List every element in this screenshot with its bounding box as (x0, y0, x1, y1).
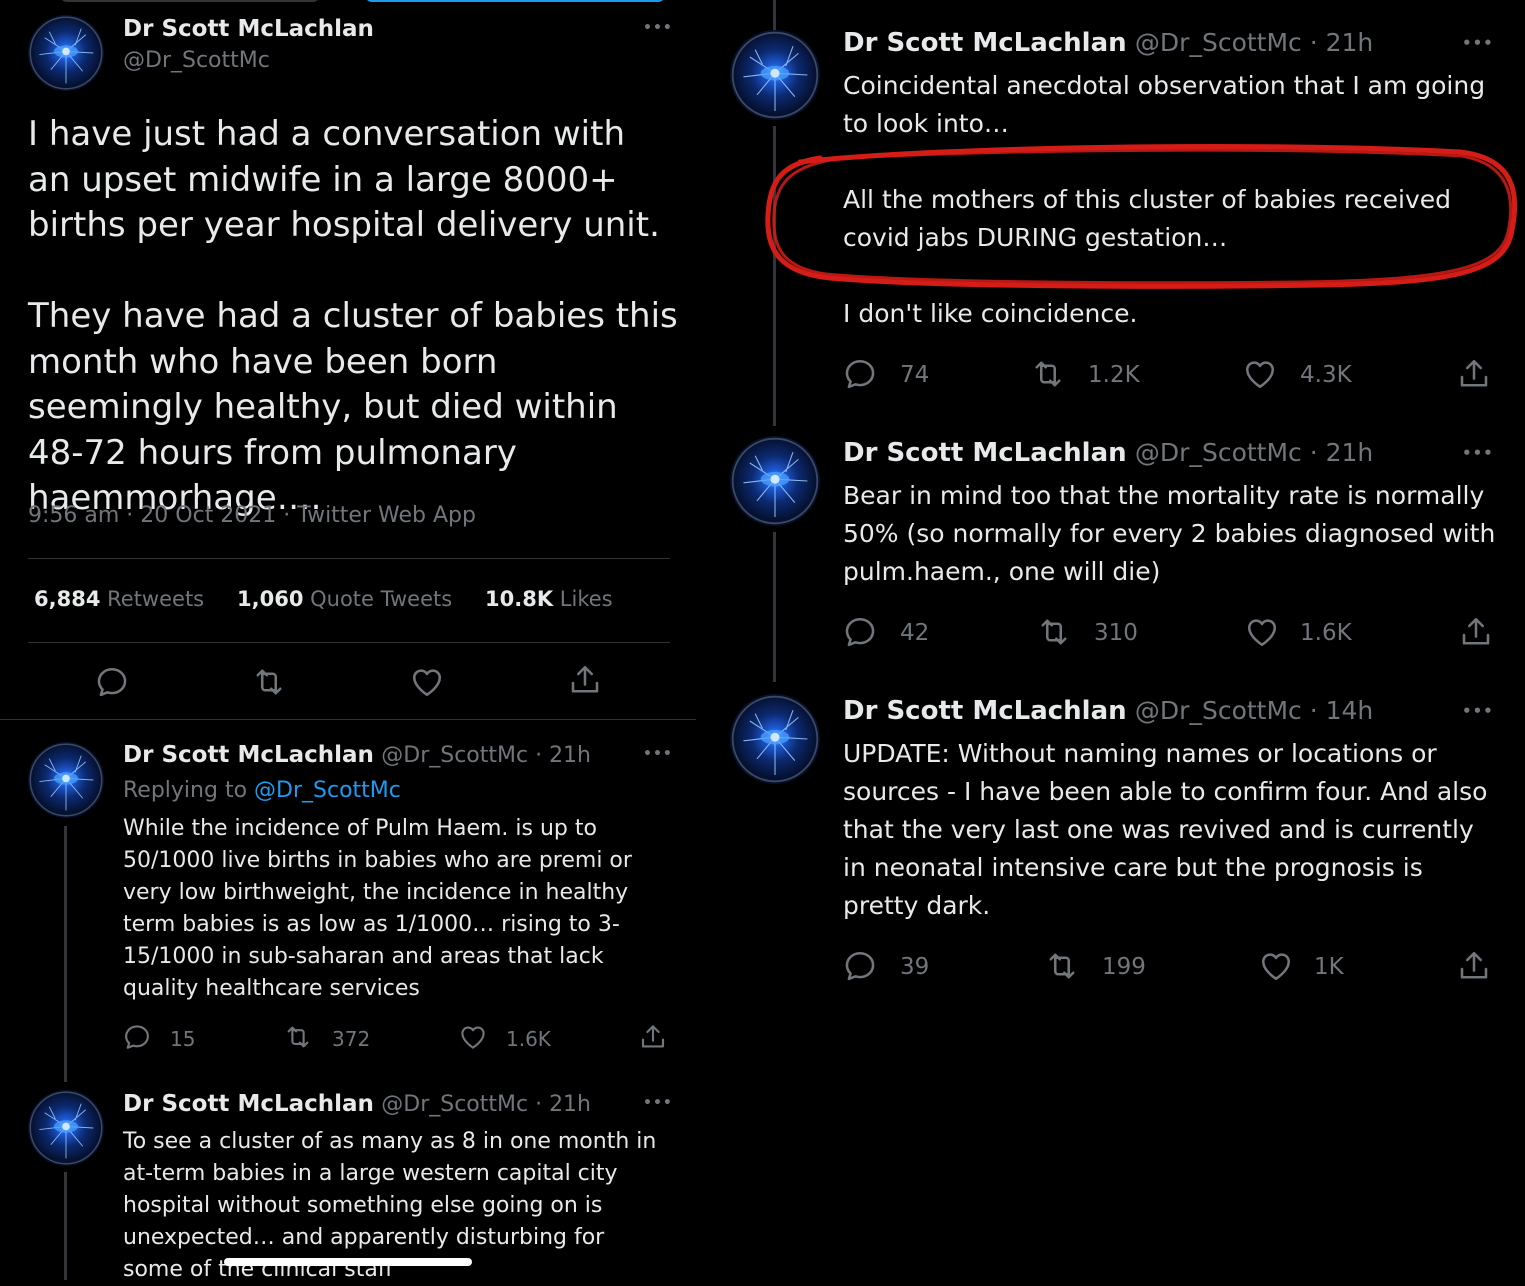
share-icon[interactable] (638, 1022, 668, 1052)
tweet-text-paragraph: They have had a cluster of babies this m… (28, 296, 678, 518)
retweet-icon[interactable] (1036, 614, 1072, 650)
retweet-count: 1.2K (1088, 362, 1140, 388)
author-handle[interactable]: @Dr_ScottMc (123, 48, 270, 73)
tweet-text-paragraph: I don't like coincidence. (843, 299, 1138, 328)
thread-line (64, 826, 67, 1082)
author-meta[interactable]: @Dr_ScottMc · 21h (381, 743, 591, 768)
share-icon[interactable] (1456, 948, 1492, 984)
replying-to-handle[interactable]: @Dr_ScottMc (254, 778, 401, 803)
top-button-left[interactable] (60, 0, 320, 2)
author-meta[interactable]: @Dr_ScottMc · 21h (1135, 28, 1373, 57)
thread-line (773, 0, 776, 32)
avatar[interactable] (730, 30, 820, 120)
retweets-label: Retweets (107, 587, 205, 611)
quote-tweets-stat[interactable]: 1,060 Quote Tweets (237, 587, 452, 611)
likes-count: 10.8K (485, 587, 554, 611)
author-meta[interactable]: @Dr_ScottMc · 14h (1135, 696, 1373, 725)
author-name[interactable]: Dr Scott McLachlan (123, 742, 374, 768)
retweet-count: 310 (1094, 620, 1138, 646)
author-name[interactable]: Dr Scott McLachlan (123, 16, 374, 42)
reply-count: 15 (170, 1027, 196, 1051)
likes-label: Likes (559, 587, 613, 611)
reply-icon[interactable] (94, 664, 130, 700)
more-options-icon[interactable]: ••• (1462, 702, 1494, 720)
author-name[interactable]: Dr Scott McLachlan (123, 1091, 374, 1117)
avatar-image-icon (28, 1090, 104, 1166)
author-name[interactable]: Dr Scott McLachlan (843, 28, 1127, 58)
avatar-image-icon (730, 436, 820, 526)
author-meta[interactable]: @Dr_ScottMc · 21h (381, 1092, 591, 1117)
home-indicator[interactable] (224, 1258, 472, 1266)
reply-icon[interactable] (122, 1022, 152, 1052)
avatar[interactable] (28, 742, 104, 818)
retweet-count: 199 (1102, 954, 1146, 980)
share-icon[interactable] (1458, 614, 1494, 650)
share-icon[interactable] (567, 662, 603, 698)
replying-to: Replying to @Dr_ScottMc (123, 778, 401, 803)
retweet-icon[interactable] (251, 664, 287, 700)
retweet-count: 372 (332, 1027, 371, 1051)
like-icon[interactable] (1242, 356, 1278, 392)
reply-count: 42 (900, 620, 930, 646)
like-icon[interactable] (409, 664, 445, 700)
author-name[interactable]: Dr Scott McLachlan (843, 696, 1127, 726)
retweets-stat[interactable]: 6,884 Retweets (34, 587, 204, 611)
tweet-text: UPDATE: Without naming names or location… (843, 739, 1488, 920)
retweet-icon[interactable] (1030, 356, 1066, 392)
avatar[interactable] (730, 694, 820, 784)
more-options-icon[interactable]: ••• (643, 746, 673, 762)
tweet-header: Dr Scott McLachlan @Dr_ScottMc · 21h (843, 28, 1373, 58)
share-icon[interactable] (1456, 356, 1492, 392)
reply-icon[interactable] (842, 614, 878, 650)
author-name[interactable]: Dr Scott McLachlan (843, 438, 1127, 468)
likes-stat[interactable]: 10.8K Likes (485, 587, 613, 611)
avatar[interactable] (28, 15, 104, 91)
like-icon[interactable] (1258, 948, 1294, 984)
like-count: 4.3K (1300, 362, 1352, 388)
tweet-header: Dr Scott McLachlan @Dr_ScottMc · 21h (843, 438, 1373, 468)
tweet-text-paragraph: I have just had a conversation with an u… (28, 114, 660, 245)
like-count: 1.6K (1300, 620, 1352, 646)
tweet-header: Dr Scott McLachlan @Dr_ScottMc · 21h (123, 1091, 591, 1117)
tweet-timestamp[interactable]: 9:56 am · 20 Oct 2021 · Twitter Web App (28, 503, 476, 528)
replying-to-prefix: Replying to (123, 778, 248, 803)
more-options-icon[interactable]: ••• (643, 1095, 673, 1111)
divider (28, 642, 670, 643)
tweet-text: Bear in mind too that the mortality rate… (843, 481, 1496, 586)
top-button-right[interactable] (365, 0, 665, 2)
avatar-image-icon (730, 694, 820, 784)
retweets-count: 6,884 (34, 587, 101, 611)
reply-count: 74 (900, 362, 930, 388)
thread-line (64, 1172, 67, 1280)
avatar-image-icon (730, 30, 820, 120)
like-count: 1K (1314, 954, 1344, 980)
more-options-icon[interactable]: ••• (1462, 34, 1494, 52)
more-options-icon[interactable]: ••• (1462, 444, 1494, 462)
like-icon[interactable] (458, 1022, 488, 1052)
divider (28, 558, 670, 559)
avatar[interactable] (28, 1090, 104, 1166)
tweet-header: Dr Scott McLachlan @Dr_ScottMc · 14h (843, 696, 1373, 726)
tweet-text-paragraph: Coincidental anecdotal observation that … (843, 71, 1486, 138)
avatar-image-icon (28, 742, 104, 818)
avatar[interactable] (730, 436, 820, 526)
tweet-text: While the incidence of Pulm Haem. is up … (123, 816, 632, 1001)
quote-tweets-count: 1,060 (237, 587, 304, 611)
avatar-image-icon (28, 15, 104, 91)
like-icon[interactable] (1244, 614, 1280, 650)
tweet-header: Dr Scott McLachlan @Dr_ScottMc · 21h (123, 742, 591, 768)
divider (0, 719, 696, 720)
retweet-icon[interactable] (283, 1022, 313, 1052)
quote-tweets-label: Quote Tweets (310, 587, 453, 611)
more-options-icon[interactable]: ••• (643, 20, 673, 36)
retweet-icon[interactable] (1044, 948, 1080, 984)
reply-count: 39 (900, 954, 930, 980)
author-meta[interactable]: @Dr_ScottMc · 21h (1135, 438, 1373, 467)
reply-icon[interactable] (842, 356, 878, 392)
reply-icon[interactable] (842, 948, 878, 984)
annotation-circle (765, 144, 1518, 289)
thread-line (773, 532, 776, 682)
like-count: 1.6K (506, 1027, 551, 1051)
